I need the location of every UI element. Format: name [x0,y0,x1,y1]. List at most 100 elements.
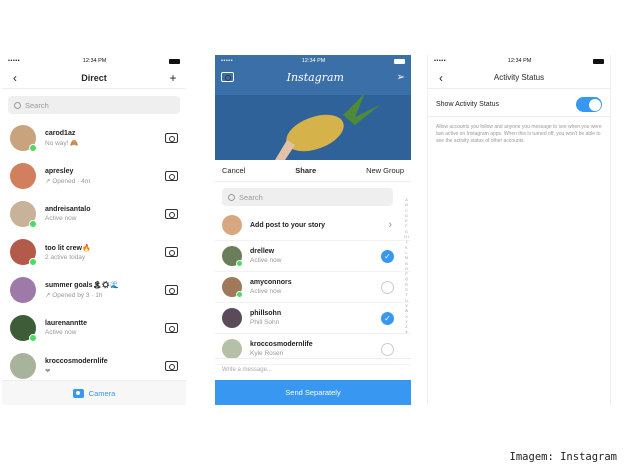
story-label: Add post to your story [250,221,326,229]
recipient-name: drellew [250,248,275,255]
thread-row[interactable]: carod1az No way! 🙈 [2,119,186,157]
thread-name: carod1az [45,129,76,137]
share-screen: ••••• 12:34 PM Instagram ➢ Cancel Share … [215,55,411,405]
avatar [10,125,37,152]
setting-description: Allow accounts you follow and anyone you… [436,124,602,144]
online-indicator [236,291,243,298]
thread-name: andreisantalo [45,206,91,213]
signal-indicator: ••••• [8,58,21,64]
page-title: Activity Status [493,73,545,82]
thread-name: too lit crew🔥 [45,244,91,252]
thread-name: summer goals🏝☀🌊 [45,282,119,289]
thread-row[interactable]: laurenanntte Active now [2,309,186,347]
new-group-button[interactable]: New Group [366,166,404,175]
avatar [10,163,36,189]
camera-icon [72,388,84,398]
thread-list: carod1az No way! 🙈 apresley ↗ Opened · 4m an… [2,119,186,385]
camera-icon[interactable] [165,285,178,295]
recipient-status: Active now [250,288,282,295]
camera-icon[interactable] [165,209,178,219]
activity-status-screen: ••••• 12:34 PM ‹ Activity Status Show Ac… [427,55,611,405]
status-bar: ••••• 12:34 PM [2,55,186,67]
thread-row[interactable]: andreisantalo Active now [2,195,186,233]
avatar [10,315,37,342]
chevron-right-icon: › [388,219,392,231]
status-bar: ••••• 12:34 PM [428,55,610,67]
cancel-button[interactable]: Cancel [222,166,245,175]
thread-status: 2 active today [45,253,86,261]
avatar [10,239,37,266]
search-icon [228,193,235,201]
online-indicator [29,144,37,152]
alphabet-index[interactable]: A B C D E F G H I J K L M N O P Q R S T … [404,198,409,336]
avatar [10,353,36,379]
share-title: Share [295,166,317,175]
thread-name: apresley [45,167,74,175]
activity-header: ‹ Activity Status [428,67,610,89]
camera-icon[interactable] [165,133,178,143]
chevron-left-icon[interactable]: ‹ [8,71,22,85]
avatar [222,246,243,267]
thread-name: kroccosmodernlife [45,357,108,365]
search-placeholder: Search [239,192,263,202]
recipient-name: amyconnors [250,279,292,286]
activity-status-setting: Show Activity Status [428,93,610,117]
post-image: ••••• 12:34 PM Instagram ➢ [215,55,411,160]
status-time: 12:34 PM [82,58,107,64]
recipient-status: Kyle Rosen [250,350,284,357]
camera-icon[interactable] [165,323,178,333]
avatar [10,201,37,228]
thread-status: No way! 🙈 [45,139,79,147]
thread-row[interactable]: summer goals🏝☀🌊 ↗ Opened by 3 · 1h [2,271,186,309]
unchecked-circle-icon[interactable] [381,280,394,294]
thread-status: ↗ Opened · 4m [45,177,91,185]
activity-status-toggle[interactable] [576,97,602,112]
add-to-story-row[interactable]: Add post to your story › [215,210,411,241]
recipient-name: phillsohn [250,310,282,317]
plus-icon[interactable]: + [166,71,180,85]
unchecked-circle-icon[interactable] [381,342,394,356]
thread-status: ↗ Opened by 3 · 1h [45,292,103,299]
direct-screen: ••••• 12:34 PM ‹ Direct + Search carod1a… [2,55,186,405]
online-indicator [29,220,37,228]
thread-status: Active now [45,329,77,336]
search-placeholder: Search [25,100,49,110]
camera-icon[interactable] [165,171,178,181]
thread-name: laurenanntte [45,320,88,327]
checked-icon[interactable]: ✓ [381,311,394,325]
thread-row[interactable]: apresley ↗ Opened · 4m [2,157,186,195]
recipient-status: Active now [250,257,282,264]
avatar [10,277,36,303]
recipient-row[interactable]: drellew Active now ✓ [215,241,411,272]
setting-label: Show Activity Status [436,101,500,108]
recipient-list: drellew Active now ✓ amyconnors Active now ph… [215,241,411,365]
avatar [222,277,243,298]
checked-icon[interactable]: ✓ [381,249,394,263]
chevron-left-icon[interactable]: ‹ [434,71,448,85]
online-indicator [29,258,37,266]
message-input[interactable]: Write a message... [215,358,411,380]
camera-icon[interactable] [165,361,178,371]
camera-icon[interactable] [165,247,178,257]
thread-status: ❤ [45,367,51,375]
camera-button[interactable]: Camera [2,380,186,405]
search-input[interactable]: Search [222,188,393,206]
pineapple-photo [215,93,411,160]
battery-icon [169,58,180,64]
search-input[interactable]: Search [8,96,180,114]
recipient-status: Phill Sohn [250,319,280,326]
image-credit: Imagem: Instagram [509,451,617,463]
share-header: Cancel Share New Group [215,160,411,182]
thread-row[interactable]: too lit crew🔥 2 active today [2,233,186,271]
recipient-row[interactable]: amyconnors Active now [215,272,411,303]
page-title: Direct [81,72,107,83]
battery-icon [593,58,604,64]
direct-header: ‹ Direct + [2,67,186,89]
online-indicator [29,334,37,342]
send-separately-button[interactable]: Send Separately [215,380,411,405]
avatar [222,339,242,359]
recipient-row[interactable]: phillsohn Phill Sohn ✓ [215,303,411,334]
avatar [222,215,242,235]
online-indicator [236,260,243,267]
status-time: 12:34 PM [507,58,532,64]
